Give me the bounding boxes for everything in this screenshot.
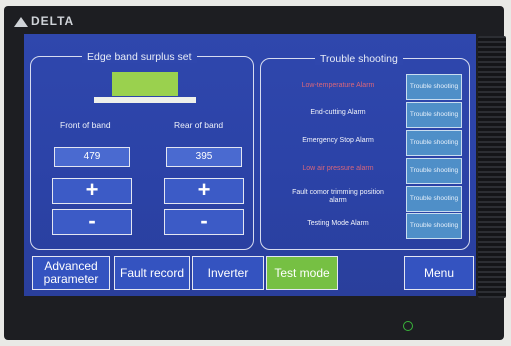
test-mode-button[interactable]: Test mode: [266, 256, 338, 290]
power-led-icon: [403, 321, 413, 331]
speaker-grille: [478, 36, 506, 298]
alarm-label-fault-trimming: Fault comor trimming position alarm: [292, 189, 384, 204]
front-plus-button[interactable]: +: [52, 178, 132, 204]
rear-of-band-label: Rear of band: [174, 120, 224, 130]
front-of-band-label: Front of band: [60, 120, 111, 130]
inverter-button[interactable]: Inverter: [192, 256, 264, 290]
alarm-label-end-cutting: End-cutting Alarm: [310, 109, 366, 116]
trouble-shooting-button-1[interactable]: Trouble shooting: [406, 74, 462, 100]
trouble-shooting-button-5[interactable]: Trouble shooting: [406, 186, 462, 212]
brand-logo: DELTA: [14, 14, 114, 28]
band-bar: [94, 97, 196, 103]
fault-record-button[interactable]: Fault record: [114, 256, 190, 290]
trouble-shooting-button-6[interactable]: Trouble shooting: [406, 213, 462, 239]
alarm-label-emergency-stop: Emergency Stop Alarm: [302, 137, 374, 144]
menu-button[interactable]: Menu: [404, 256, 474, 290]
alarm-label-low-air-pressure: Low air pressure alarm: [302, 165, 374, 172]
trouble-shooting-button-3[interactable]: Trouble shooting: [406, 130, 462, 156]
trouble-shooting-button-4[interactable]: Trouble shooting: [406, 158, 462, 184]
alarm-label-testing-mode: Testing Mode Alarm: [307, 220, 369, 227]
rear-band-value[interactable]: 395: [166, 147, 242, 167]
delta-triangle-icon: [14, 16, 28, 27]
hmi-bezel: DELTA Edge band surplus set Front of ban…: [4, 6, 506, 340]
rear-plus-button[interactable]: +: [164, 178, 244, 204]
rear-minus-button[interactable]: -: [164, 209, 244, 235]
trouble-shooting-title: Trouble shooting: [315, 53, 403, 65]
advanced-parameter-button[interactable]: Advanced parameter: [32, 256, 110, 290]
edge-band-panel-title: Edge band surplus set: [82, 51, 197, 63]
front-band-value[interactable]: 479: [54, 147, 130, 167]
touch-screen: Edge band surplus set Front of band Rear…: [24, 34, 476, 296]
trouble-shooting-button-2[interactable]: Trouble shooting: [406, 102, 462, 128]
front-minus-button[interactable]: -: [52, 209, 132, 235]
alarm-label-low-temperature: Low-temperature Alarm: [301, 82, 375, 89]
band-indicator: [112, 72, 178, 96]
